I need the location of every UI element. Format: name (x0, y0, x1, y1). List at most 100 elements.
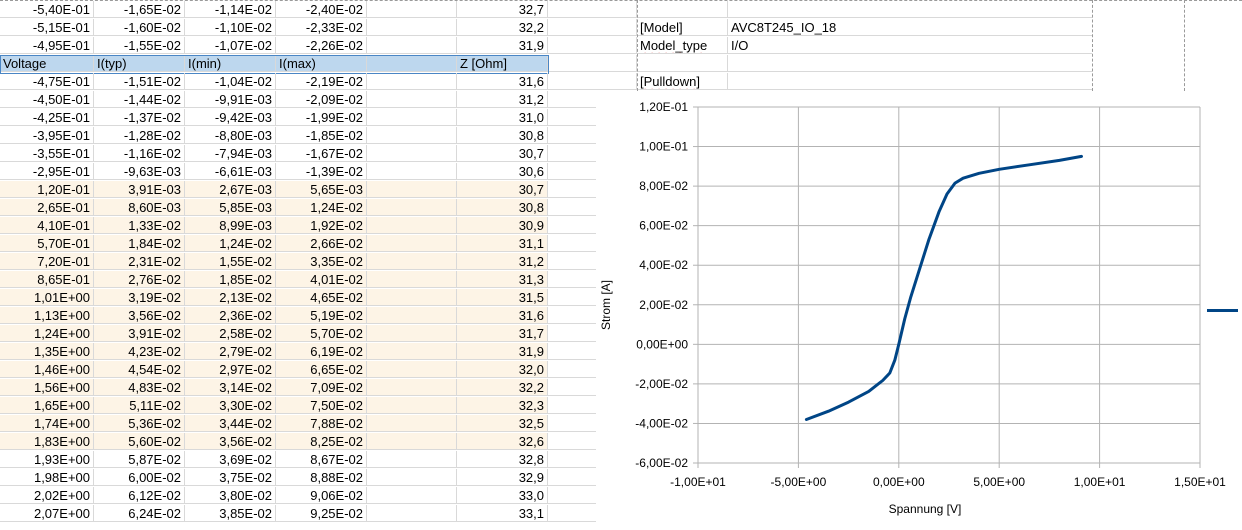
cell-z-ohm[interactable]: 32,5 (457, 415, 548, 432)
cell-i-typ[interactable]: -1,55E-02 (94, 37, 185, 54)
cell-i-typ[interactable]: -1,65E-02 (94, 1, 185, 18)
cell-i-min[interactable]: 8,99E-03 (185, 217, 276, 234)
cell-i-max[interactable]: 5,65E-03 (276, 181, 367, 198)
cell-i-min[interactable]: -6,61E-03 (185, 163, 276, 180)
cell-i-min[interactable]: 1,24E-02 (185, 235, 276, 252)
cell-i-typ[interactable]: 3,91E-02 (94, 325, 185, 342)
cell-i-min[interactable]: -1,14E-02 (185, 1, 276, 18)
cell-empty[interactable] (728, 73, 1092, 90)
cell-i-max[interactable]: 1,24E-02 (276, 199, 367, 216)
cell-i-typ[interactable]: -1,28E-02 (94, 127, 185, 144)
cell-i-max[interactable]: -2,19E-02 (276, 73, 367, 90)
cell-z-ohm[interactable]: 31,7 (457, 325, 548, 342)
cell-i-typ[interactable]: 1,33E-02 (94, 217, 185, 234)
cell-z-ohm[interactable]: 30,8 (457, 127, 548, 144)
cell-i-typ[interactable]: 5,60E-02 (94, 433, 185, 450)
cell-voltage[interactable]: -4,95E-01 (0, 37, 94, 54)
cell-empty[interactable] (548, 1, 637, 18)
cell-i-typ[interactable]: 4,23E-02 (94, 343, 185, 360)
cell-z-ohm[interactable]: 32,2 (457, 19, 548, 36)
cell-i-typ[interactable]: 5,11E-02 (94, 397, 185, 414)
header-z-ohm[interactable]: Z [Ohm] (457, 55, 548, 72)
cell-i-max[interactable]: 8,25E-02 (276, 433, 367, 450)
cell-i-min[interactable]: 3,69E-02 (185, 451, 276, 468)
cell-i-typ[interactable]: 5,87E-02 (94, 451, 185, 468)
cell-voltage[interactable]: 1,74E+00 (0, 415, 94, 432)
cell-i-typ[interactable]: 6,00E-02 (94, 469, 185, 486)
cell-empty[interactable] (367, 253, 457, 270)
cell-i-typ[interactable]: -1,60E-02 (94, 19, 185, 36)
cell-i-max[interactable]: 5,19E-02 (276, 307, 367, 324)
cell-i-typ[interactable]: 5,36E-02 (94, 415, 185, 432)
cell-i-min[interactable]: -8,80E-03 (185, 127, 276, 144)
header-i-min[interactable]: I(min) (185, 55, 276, 72)
cell-empty[interactable] (367, 109, 457, 126)
cell-z-ohm[interactable]: 33,1 (457, 505, 548, 522)
cell-i-max[interactable]: 8,88E-02 (276, 469, 367, 486)
cell-voltage[interactable]: -4,75E-01 (0, 73, 94, 90)
cell-voltage[interactable]: 1,98E+00 (0, 469, 94, 486)
cell-i-max[interactable]: -2,40E-02 (276, 1, 367, 18)
pulldown-key-cell[interactable]: [Pulldown] (637, 73, 728, 90)
cell-empty[interactable] (367, 1, 457, 18)
cell-i-max[interactable]: 6,19E-02 (276, 343, 367, 360)
cell-voltage[interactable]: 1,65E+00 (0, 397, 94, 414)
cell-i-min[interactable]: -1,07E-02 (185, 37, 276, 54)
cell-voltage[interactable]: 1,46E+00 (0, 361, 94, 378)
cell-i-min[interactable]: 3,56E-02 (185, 433, 276, 450)
cell-z-ohm[interactable]: 30,7 (457, 181, 548, 198)
cell-i-max[interactable]: -2,33E-02 (276, 19, 367, 36)
model-value-cell[interactable]: AVC8T245_IO_18 (728, 19, 1092, 36)
cell-empty[interactable] (548, 19, 637, 36)
cell-empty[interactable] (367, 199, 457, 216)
cell-i-max[interactable]: 2,66E-02 (276, 235, 367, 252)
cell-i-typ[interactable]: 1,84E-02 (94, 235, 185, 252)
cell-voltage[interactable]: 2,02E+00 (0, 487, 94, 504)
cell-voltage[interactable]: 1,83E+00 (0, 433, 94, 450)
cell-empty[interactable] (637, 1, 728, 18)
cell-voltage[interactable]: 1,13E+00 (0, 307, 94, 324)
cell-empty[interactable] (548, 55, 637, 72)
cell-z-ohm[interactable]: 30,7 (457, 145, 548, 162)
cell-z-ohm[interactable]: 30,6 (457, 163, 548, 180)
cell-empty[interactable] (728, 1, 1092, 18)
cell-i-min[interactable]: 2,36E-02 (185, 307, 276, 324)
cell-empty[interactable] (367, 469, 457, 486)
cell-i-typ[interactable]: 3,56E-02 (94, 307, 185, 324)
cell-i-max[interactable]: 4,65E-02 (276, 289, 367, 306)
cell-i-max[interactable]: 1,92E-02 (276, 217, 367, 234)
cell-z-ohm[interactable]: 32,0 (457, 361, 548, 378)
cell-i-max[interactable]: -1,39E-02 (276, 163, 367, 180)
cell-voltage[interactable]: -4,25E-01 (0, 109, 94, 126)
cell-i-typ[interactable]: -9,63E-03 (94, 163, 185, 180)
cell-empty[interactable] (548, 73, 637, 90)
cell-empty[interactable] (367, 361, 457, 378)
cell-voltage[interactable]: 2,07E+00 (0, 505, 94, 522)
model-type-value-cell[interactable]: I/O (728, 37, 1092, 54)
cell-i-max[interactable]: 8,67E-02 (276, 451, 367, 468)
cell-voltage[interactable]: -2,95E-01 (0, 163, 94, 180)
cell-empty[interactable] (637, 55, 728, 72)
cell-i-min[interactable]: 2,58E-02 (185, 325, 276, 342)
cell-z-ohm[interactable]: 30,8 (457, 199, 548, 216)
cell-z-ohm[interactable]: 32,6 (457, 433, 548, 450)
cell-z-ohm[interactable]: 32,9 (457, 469, 548, 486)
cell-z-ohm[interactable]: 31,2 (457, 253, 548, 270)
cell-voltage[interactable]: 1,24E+00 (0, 325, 94, 342)
cell-empty[interactable] (367, 505, 457, 522)
cell-i-typ[interactable]: 8,60E-03 (94, 199, 185, 216)
header-empty[interactable] (367, 55, 457, 72)
cell-z-ohm[interactable]: 31,2 (457, 91, 548, 108)
cell-empty[interactable] (367, 289, 457, 306)
cell-z-ohm[interactable]: 31,3 (457, 271, 548, 288)
cell-i-max[interactable]: -2,09E-02 (276, 91, 367, 108)
cell-i-min[interactable]: -1,04E-02 (185, 73, 276, 90)
cell-z-ohm[interactable]: 31,1 (457, 235, 548, 252)
cell-empty[interactable] (367, 433, 457, 450)
cell-i-max[interactable]: 3,35E-02 (276, 253, 367, 270)
cell-i-typ[interactable]: -1,37E-02 (94, 109, 185, 126)
cell-voltage[interactable]: 8,65E-01 (0, 271, 94, 288)
cell-i-typ[interactable]: -1,16E-02 (94, 145, 185, 162)
cell-z-ohm[interactable]: 31,9 (457, 343, 548, 360)
cell-empty[interactable] (548, 37, 637, 54)
